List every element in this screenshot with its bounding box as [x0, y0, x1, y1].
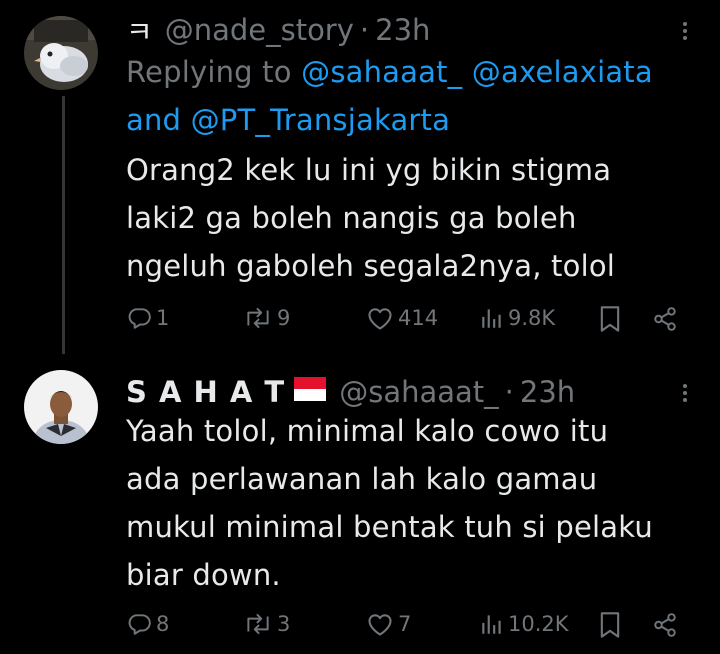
views-button[interactable]: 9.8K	[480, 305, 555, 331]
replying-to-line: and @PT_Transjakarta	[126, 103, 450, 137]
views-button[interactable]: 10.2K	[480, 611, 569, 637]
retweet-button[interactable]: 3	[243, 611, 290, 637]
action-bar: 1 9 414 9.8K	[0, 301, 720, 341]
tweet-header: ㅋ @nade_story · 23h	[126, 9, 430, 51]
tweet-text-line: biar down.	[126, 558, 281, 592]
reply-icon	[128, 614, 151, 635]
mention-link[interactable]: @axelaxiata	[472, 55, 653, 89]
mention-link[interactable]: @PT_Transjakarta	[191, 103, 451, 137]
avatar-bird[interactable]	[24, 16, 98, 90]
bookmark-icon	[600, 306, 620, 332]
separator-dot: ·	[504, 375, 514, 409]
tweet-reply-1[interactable]: ㅋ @nade_story · 23h Replying to @sahaaat…	[0, 0, 720, 354]
share-button[interactable]	[652, 305, 678, 333]
indonesia-flag-icon	[293, 374, 327, 411]
like-button[interactable]: 414	[366, 305, 438, 331]
replying-and-label: and	[126, 103, 182, 137]
views-icon	[482, 309, 501, 328]
like-count: 414	[398, 306, 439, 330]
tweet-text-line: Orang2 kek lu ini yg bikin stigma	[126, 153, 612, 187]
timestamp[interactable]: 23h	[520, 375, 575, 409]
user-handle[interactable]: @nade_story	[165, 13, 354, 47]
replying-to-line: Replying to @sahaaat_ @axelaxiata	[126, 55, 653, 89]
tweet-text-line: mukul minimal bentak tuh si pelaku	[126, 510, 653, 544]
heart-icon	[368, 614, 392, 636]
display-name[interactable]: ㅋ	[126, 9, 153, 51]
timestamp[interactable]: 23h	[375, 13, 430, 47]
more-options-icon[interactable]	[682, 381, 688, 405]
heart-icon	[368, 308, 392, 330]
avatar-sahat[interactable]	[24, 370, 98, 444]
more-options-icon[interactable]	[682, 19, 688, 43]
share-icon	[654, 307, 676, 331]
retweet-button[interactable]: 9	[243, 305, 290, 331]
reply-button[interactable]: 8	[126, 611, 169, 637]
reply-icon	[128, 308, 151, 329]
reply-count: 8	[156, 612, 170, 636]
action-bar: 8 3 7 10.2K	[0, 607, 720, 647]
tweet-text-line: Yaah tolol, minimal kalo cowo itu	[126, 414, 609, 448]
separator-dot: ·	[359, 13, 370, 47]
share-icon	[654, 613, 676, 637]
reply-count: 1	[156, 306, 170, 330]
share-button[interactable]	[652, 611, 678, 639]
bookmark-button[interactable]	[598, 305, 622, 333]
tweet-reply-2[interactable]: S A H A T @sahaaat_ · 23h Yaah tolol, mi…	[0, 354, 720, 654]
views-icon	[482, 615, 501, 634]
replying-to-label: Replying to	[126, 55, 292, 89]
tweet-header: S A H A T @sahaaat_ · 23h	[126, 372, 575, 412]
tweet-text-line: ngeluh gaboleh segala2nya, tolol	[126, 249, 616, 283]
like-count: 7	[398, 612, 412, 636]
views-count: 10.2K	[508, 612, 569, 636]
retweet-icon	[247, 613, 269, 635]
tweet-text-line: laki2 ga boleh nangis ga boleh	[126, 201, 577, 235]
reply-button[interactable]: 1	[126, 305, 169, 331]
user-handle[interactable]: @sahaaat_	[339, 375, 498, 409]
bookmark-button[interactable]	[598, 611, 622, 639]
like-button[interactable]: 7	[366, 611, 411, 637]
retweet-count: 3	[277, 612, 291, 636]
tweet-text-line: ada perlawanan lah kalo gamau	[126, 462, 598, 496]
views-count: 9.8K	[508, 306, 556, 330]
bookmark-icon	[600, 612, 620, 638]
display-name[interactable]: S A H A T	[126, 375, 285, 409]
retweet-count: 9	[277, 306, 291, 330]
retweet-icon	[247, 307, 269, 329]
mention-link[interactable]: @sahaaat_	[301, 55, 462, 89]
